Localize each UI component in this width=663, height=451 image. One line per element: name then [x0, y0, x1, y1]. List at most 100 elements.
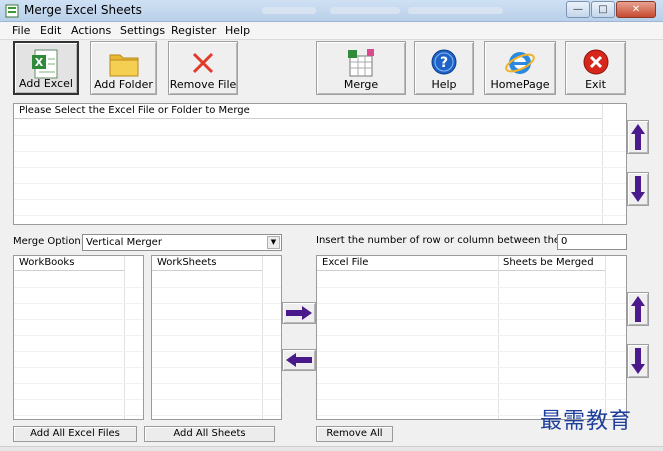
watermark-text: 最需教育 [540, 409, 633, 434]
internet-explorer-icon [505, 52, 535, 74]
row-gridline [152, 319, 281, 320]
row-gridline [317, 319, 626, 320]
row-gridline [14, 303, 143, 304]
exit-icon [583, 49, 608, 75]
menu-settings[interactable]: Settings [120, 24, 165, 37]
column-separator [602, 104, 603, 224]
arrow-up-icon [631, 124, 645, 150]
status-bar [0, 446, 663, 451]
row-gridline [317, 303, 626, 304]
row-gridline [14, 183, 626, 184]
add-all-excel-files-button[interactable]: Add All Excel Files [13, 426, 137, 442]
move-down-button[interactable] [627, 172, 649, 206]
menu-edit[interactable]: Edit [40, 24, 61, 37]
maximize-button[interactable]: □ [591, 1, 615, 18]
merge-option-value: Vertical Merger [86, 237, 162, 248]
title-bar: Merge Excel Sheets — □ ✕ [0, 0, 663, 22]
merge-option-select[interactable]: Vertical Merger ▼ [82, 234, 282, 251]
row-gridline [14, 199, 626, 200]
column-header-sheets-merged: Sheets be Merged [498, 256, 605, 271]
row-gridline [152, 287, 281, 288]
exit-label: Exit [585, 78, 606, 91]
worksheets-list[interactable]: WorkSheets [151, 255, 282, 420]
remove-all-button[interactable]: Remove All [316, 426, 393, 442]
excel-file-icon: X [32, 49, 58, 79]
add-folder-label: Add Folder [94, 78, 153, 91]
merge-option-label: Merge Option: [13, 236, 85, 247]
blurred-region [262, 7, 316, 14]
close-button[interactable]: ✕ [616, 1, 656, 18]
row-gridline [317, 335, 626, 336]
remove-from-merge-button[interactable] [282, 349, 316, 371]
homepage-label: HomePage [490, 78, 550, 91]
menu-register[interactable]: Register [171, 24, 216, 37]
arrow-right-icon [286, 306, 312, 320]
folder-icon [109, 54, 138, 77]
row-gridline [14, 319, 143, 320]
row-gridline [14, 351, 143, 352]
minimize-button[interactable]: — [566, 1, 590, 18]
move-up-button[interactable] [627, 120, 649, 154]
merge-button[interactable]: Merge [316, 41, 406, 95]
exit-button[interactable]: Exit [565, 41, 626, 95]
add-excel-label: Add Excel [19, 77, 73, 90]
menu-file[interactable]: File [12, 24, 30, 37]
workbooks-list[interactable]: WorkBooks [13, 255, 144, 420]
arrow-up-icon [631, 296, 645, 322]
row-gridline [317, 287, 626, 288]
row-gridline [14, 135, 626, 136]
add-folder-button[interactable]: Add Folder [90, 41, 157, 95]
app-icon [5, 4, 19, 18]
row-gridline [14, 383, 143, 384]
row-gridline [317, 351, 626, 352]
row-gridline [152, 367, 281, 368]
merge-label: Merge [343, 78, 379, 91]
column-separator [498, 256, 499, 419]
arrow-down-icon [631, 348, 645, 374]
row-gridline [317, 383, 626, 384]
merge-table[interactable]: Excel File Sheets be Merged [316, 255, 627, 420]
row-gridline [14, 287, 143, 288]
chevron-down-icon[interactable]: ▼ [267, 236, 280, 249]
column-separator [262, 256, 263, 419]
remove-x-icon [192, 52, 214, 74]
insert-rows-input[interactable]: 0 [557, 234, 627, 250]
row-gridline [14, 415, 143, 416]
column-header-excel-file: Excel File [317, 256, 498, 271]
row-gridline [152, 351, 281, 352]
help-button[interactable]: ? Help [414, 41, 474, 95]
arrow-down-icon [631, 176, 645, 202]
row-gridline [152, 303, 281, 304]
row-gridline [152, 383, 281, 384]
help-question-icon: ? [431, 49, 457, 75]
add-to-merge-button[interactable] [282, 302, 316, 324]
add-all-sheets-button[interactable]: Add All Sheets [144, 426, 275, 442]
remove-file-button[interactable]: Remove File [168, 41, 238, 95]
file-list[interactable]: Please Select the Excel File or Folder t… [13, 103, 627, 225]
row-gridline [317, 367, 626, 368]
row-gridline [152, 399, 281, 400]
menu-actions[interactable]: Actions [71, 24, 111, 37]
blurred-region [408, 7, 503, 14]
menu-bar: File Edit Actions Settings Register Help [0, 22, 663, 40]
file-list-header: Please Select the Excel File or Folder t… [14, 104, 602, 119]
row-gridline [152, 415, 281, 416]
merge-move-down-button[interactable] [627, 344, 649, 378]
workbooks-header: WorkBooks [14, 256, 124, 271]
blurred-region [330, 7, 400, 14]
column-separator [124, 256, 125, 419]
svg-text:X: X [35, 56, 44, 69]
remove-file-label: Remove File [169, 78, 237, 91]
row-gridline [14, 151, 626, 152]
svg-text:?: ? [440, 55, 448, 71]
arrow-left-icon [286, 353, 312, 367]
menu-help[interactable]: Help [225, 24, 250, 37]
merge-move-up-button[interactable] [627, 292, 649, 326]
row-gridline [14, 335, 143, 336]
add-excel-button[interactable]: X Add Excel [13, 41, 79, 95]
toolbar: X Add Excel Add Folder Remove File Merge… [0, 40, 663, 98]
row-gridline [14, 367, 143, 368]
row-gridline [14, 167, 626, 168]
homepage-button[interactable]: HomePage [484, 41, 556, 95]
column-separator [605, 256, 606, 419]
